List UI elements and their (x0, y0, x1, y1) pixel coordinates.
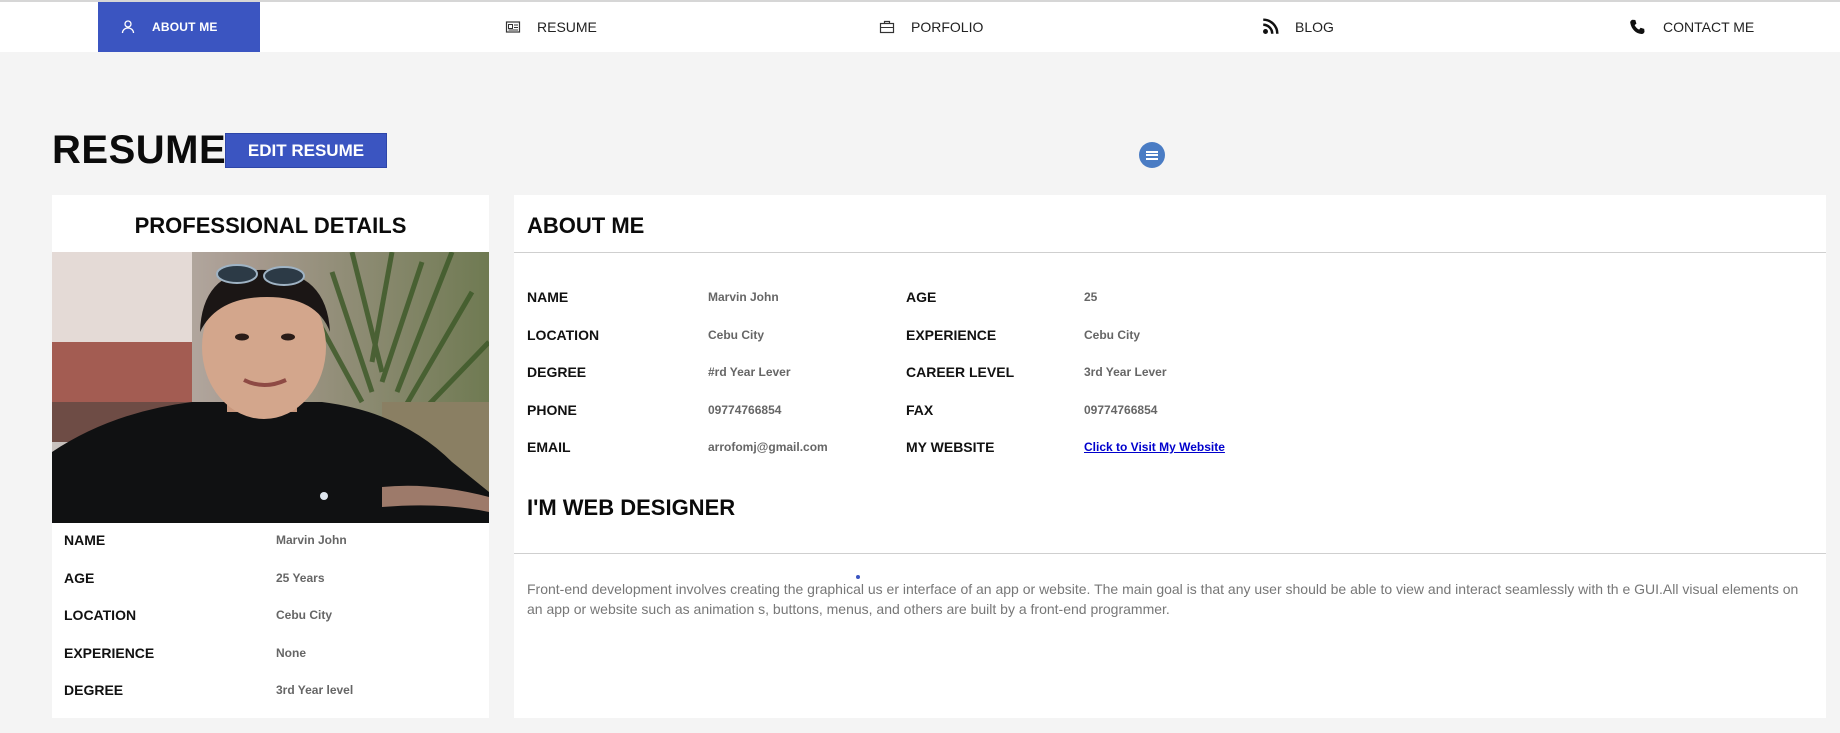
detail-value: 25 Years (276, 571, 325, 585)
resume-card-icon (505, 19, 521, 35)
info-label-experience: EXPERIENCE (906, 325, 996, 345)
nav-label: CONTACT ME (1663, 19, 1755, 35)
nav-item-resume[interactable]: RESUME (505, 2, 597, 52)
detail-label: EXPERIENCE (64, 645, 155, 661)
nav-item-blog[interactable]: BLOG (1261, 2, 1334, 52)
detail-value: None (276, 646, 306, 660)
info-label-age: AGE (906, 287, 936, 307)
info-value: Cebu City (1084, 328, 1141, 342)
info-label: FAX (906, 402, 934, 418)
nav-item-about-me[interactable]: ABOUT ME (98, 2, 260, 52)
info-label-degree: DEGREE (527, 362, 586, 382)
info-value-degree: #rd Year Lever (708, 362, 791, 382)
info-label-location: LOCATION (527, 325, 599, 345)
info-value: 3rd Year Lever (1084, 365, 1167, 379)
edit-resume-button[interactable]: EDIT RESUME (225, 133, 387, 168)
info-value: 09774766854 (708, 403, 782, 417)
info-label: CAREER LEVEL (906, 364, 1015, 380)
detail-row-age: AGE 25 Years (64, 568, 325, 588)
info-value: Marvin John (708, 290, 779, 304)
info-label-fax: FAX (906, 400, 933, 420)
info-value-age: 25 (1084, 287, 1097, 307)
detail-row-location: LOCATION Cebu City (64, 605, 332, 625)
divider (514, 553, 1826, 554)
info-label: EMAIL (527, 439, 571, 455)
info-value: Cebu City (708, 328, 765, 342)
info-value-email: arrofomj@gmail.com (708, 437, 828, 457)
detail-row-name: NAME Marvin John (64, 530, 347, 550)
info-label-email: EMAIL (527, 437, 571, 457)
about-me-title: ABOUT ME (527, 213, 645, 238)
info-label-website: MY WEBSITE (906, 437, 994, 457)
info-label: EXPERIENCE (906, 327, 997, 343)
info-label: NAME (527, 289, 569, 305)
info-label: DEGREE (527, 364, 587, 380)
professional-details-title: PROFESSIONAL DETAILS (134, 213, 407, 238)
detail-label: LOCATION (64, 607, 137, 623)
divider (514, 252, 1826, 253)
nav-item-portfolio[interactable]: PORFOLIO (879, 2, 983, 52)
info-value-experience: Cebu City (1084, 325, 1140, 345)
rss-icon (1261, 18, 1279, 36)
info-value-website: Click to Visit My Website (1084, 437, 1225, 457)
detail-value: 3rd Year level (276, 683, 354, 697)
info-label: PHONE (527, 402, 577, 418)
briefcase-icon (879, 19, 895, 35)
nav-label: ABOUT ME (152, 20, 218, 34)
nav-label: BLOG (1295, 19, 1334, 35)
info-value: 25 (1084, 290, 1098, 304)
top-nav: ABOUT ME RESUME PORFOLIO BLOG CONTACT ME (0, 0, 1840, 52)
detail-row-experience: EXPERIENCE None (64, 643, 306, 663)
info-value-fax: 09774766854 (1084, 400, 1157, 420)
hamburger-menu-icon[interactable] (1139, 142, 1165, 168)
cursor-dot (856, 575, 860, 579)
info-label-career-level: CAREER LEVEL (906, 362, 1014, 382)
info-value-location: Cebu City (708, 325, 764, 345)
info-label: LOCATION (527, 327, 600, 343)
info-label-phone: PHONE (527, 400, 577, 420)
subtitle-web-designer: I'M WEB DESIGNER (527, 495, 736, 520)
info-label: MY WEBSITE (906, 439, 995, 455)
website-link[interactable]: Click to Visit My Website (1084, 440, 1225, 454)
info-label-name: NAME (527, 287, 568, 307)
nav-label: RESUME (537, 19, 597, 35)
info-value-phone: 09774766854 (708, 400, 781, 420)
detail-value: Cebu City (276, 608, 333, 622)
detail-value: Marvin John (276, 533, 347, 547)
detail-row-degree: DEGREE 3rd Year level (64, 680, 353, 700)
detail-label: DEGREE (64, 682, 124, 698)
info-value: 09774766854 (1084, 403, 1158, 417)
profile-photo (52, 252, 489, 523)
info-value: #rd Year Lever (708, 365, 791, 379)
info-value-name: Marvin John (708, 287, 779, 307)
about-me-card: ABOUT ME NAME Marvin John LOCATION Cebu … (514, 195, 1826, 718)
about-description: Front-end development involves creating … (527, 581, 1799, 617)
phone-icon (1629, 18, 1647, 36)
info-label: AGE (906, 289, 937, 305)
user-icon (120, 19, 136, 35)
info-value-career-level: 3rd Year Lever (1084, 362, 1167, 382)
page-title: RESUME (52, 128, 227, 172)
nav-item-contact-me[interactable]: CONTACT ME (1629, 2, 1754, 52)
detail-label: AGE (64, 570, 95, 586)
nav-label: PORFOLIO (911, 19, 984, 35)
detail-label: NAME (64, 532, 106, 548)
professional-details-card: PROFESSIONAL DETAILS NAME Marvin John AG… (52, 195, 489, 718)
info-value: arrofomj@gmail.com (708, 440, 828, 454)
